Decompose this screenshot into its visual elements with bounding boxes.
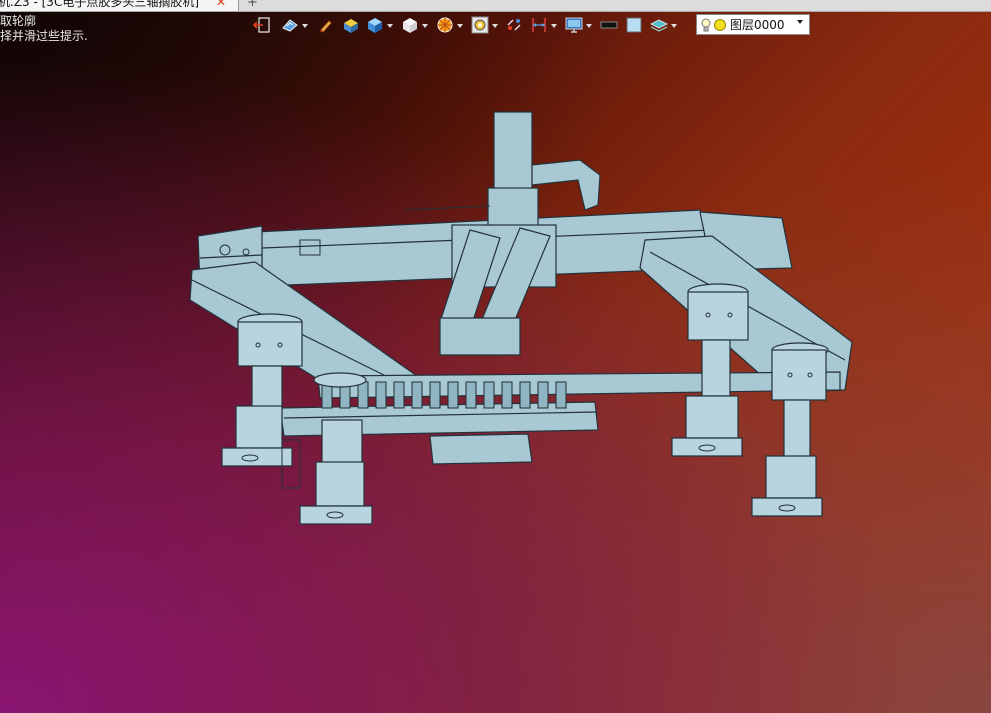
3d-model-viewport[interactable] — [0, 0, 991, 713]
